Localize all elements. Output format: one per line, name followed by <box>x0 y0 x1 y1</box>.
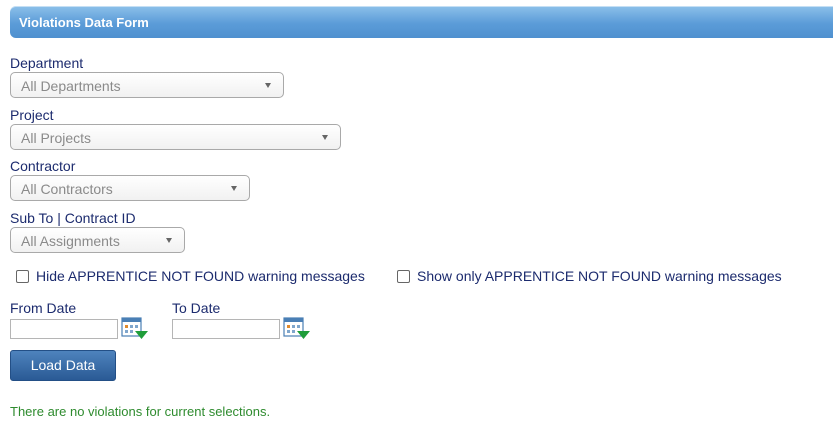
calendar-icon[interactable] <box>283 317 310 341</box>
chevron-down-icon <box>322 135 328 140</box>
sub-to-select[interactable]: All Assignments <box>10 227 185 253</box>
status-message: There are no violations for current sele… <box>10 404 271 419</box>
form-header: Violations Data Form <box>10 6 833 38</box>
chevron-down-icon <box>231 186 237 191</box>
load-data-button[interactable]: Load Data <box>10 350 116 381</box>
from-date-input[interactable] <box>10 319 118 339</box>
department-label: Department <box>10 55 84 71</box>
show-only-apprentice-checkbox[interactable] <box>397 270 410 283</box>
department-selected-value: All Departments <box>21 78 121 94</box>
sub-to-selected-value: All Assignments <box>21 233 120 249</box>
chevron-down-icon <box>265 83 271 88</box>
hide-apprentice-label[interactable]: Hide APPRENTICE NOT FOUND warning messag… <box>36 268 365 284</box>
calendar-icon[interactable] <box>121 317 148 341</box>
department-select[interactable]: All Departments <box>10 72 284 98</box>
project-select[interactable]: All Projects <box>10 124 341 150</box>
chevron-down-icon <box>166 238 172 243</box>
project-label: Project <box>10 107 54 123</box>
project-selected-value: All Projects <box>21 130 92 146</box>
to-date-label: To Date <box>172 300 221 316</box>
to-date-input[interactable] <box>172 319 280 339</box>
hide-apprentice-checkbox[interactable] <box>16 270 29 283</box>
from-date-label: From Date <box>10 300 77 316</box>
contractor-selected-value: All Contractors <box>21 181 113 197</box>
form-title: Violations Data Form <box>19 15 149 30</box>
contractor-label: Contractor <box>10 158 76 174</box>
sub-to-label: Sub To | Contract ID <box>10 210 136 226</box>
show-only-apprentice-label[interactable]: Show only APPRENTICE NOT FOUND warning m… <box>417 268 782 284</box>
contractor-select[interactable]: All Contractors <box>10 175 250 201</box>
